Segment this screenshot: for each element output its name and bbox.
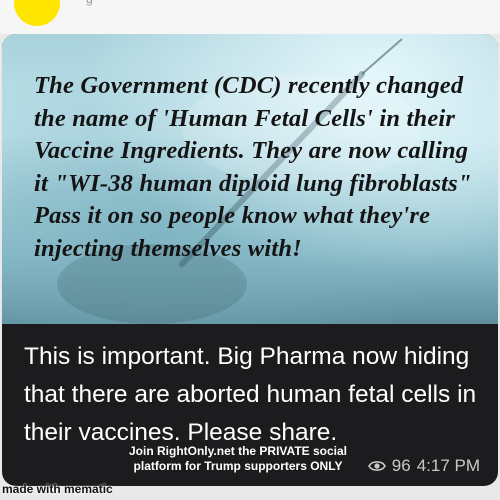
sender-avatar[interactable] (14, 0, 60, 26)
eye-icon (367, 461, 386, 471)
promo-text: Join RightOnly.net the PRIVATE social pl… (128, 444, 348, 473)
message-caption: This is important. Big Pharma now hiding… (24, 343, 477, 446)
message-bubble[interactable]: The Government (CDC) recently changed th… (2, 34, 498, 486)
meme-text: The Government (CDC) recently changed th… (34, 72, 472, 262)
meme-image[interactable]: The Government (CDC) recently changed th… (2, 34, 498, 324)
truncated-header-icon: g (86, 0, 96, 5)
view-count: 96 (391, 456, 411, 475)
mematic-watermark: made with mematic (2, 482, 113, 496)
message-time: 4:17 PM (416, 456, 480, 475)
message-meta: 96 4:17 PM (367, 456, 480, 476)
top-strip: g (0, 0, 500, 34)
